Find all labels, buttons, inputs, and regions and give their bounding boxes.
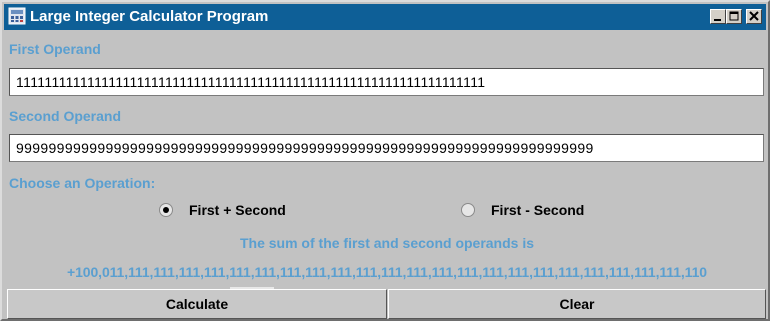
- clear-button[interactable]: Clear: [388, 289, 766, 319]
- close-button[interactable]: [746, 9, 762, 24]
- second-operand-label: Second Operand: [9, 108, 122, 124]
- choose-operation-label: Choose an Operation:: [9, 175, 156, 191]
- calculate-button[interactable]: Calculate: [7, 289, 387, 319]
- close-icon: [749, 11, 759, 21]
- radio-add[interactable]: First + Second: [159, 202, 286, 218]
- maximize-icon: [729, 11, 739, 21]
- radio-subtract-label: First - Second: [491, 202, 585, 218]
- minimize-icon: [714, 19, 721, 21]
- app-window: Large Integer Calculator Program First O…: [0, 0, 770, 321]
- result-value: +100,011,111,111,111,111,111,111,111,111…: [67, 264, 707, 280]
- minimize-button[interactable]: [710, 9, 726, 24]
- radio-subtract-button[interactable]: [461, 203, 475, 217]
- result-caption: The sum of the first and second operands…: [239, 235, 535, 251]
- radio-add-label: First + Second: [189, 202, 286, 218]
- radio-add-button[interactable]: [159, 203, 173, 217]
- radio-selected-dot: [163, 207, 169, 213]
- calculator-app-icon: [8, 7, 26, 25]
- title-bar[interactable]: Large Integer Calculator Program: [4, 4, 766, 30]
- radio-subtract[interactable]: First - Second: [461, 202, 584, 218]
- maximize-button[interactable]: [726, 9, 742, 24]
- first-operand-input[interactable]: 1111111111111111111111111111111111111111…: [9, 68, 764, 96]
- window-title: Large Integer Calculator Program: [30, 8, 269, 25]
- first-operand-label: First Operand: [9, 41, 101, 57]
- second-operand-input[interactable]: 9999999999999999999999999999999999999999…: [9, 134, 764, 162]
